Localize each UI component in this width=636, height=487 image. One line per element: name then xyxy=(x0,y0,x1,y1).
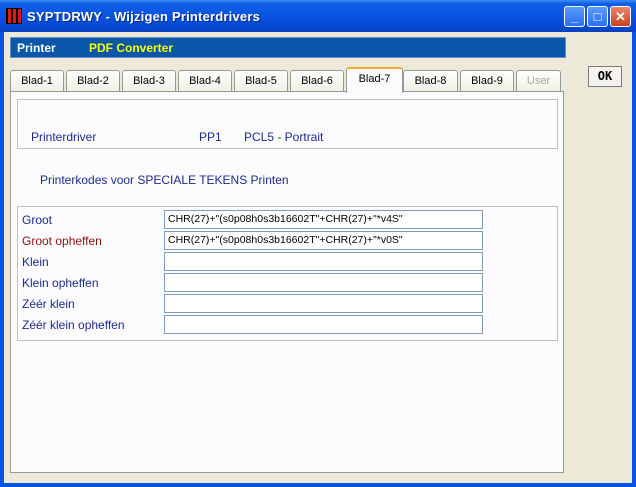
tab-blad-8[interactable]: Blad-8 xyxy=(403,70,458,92)
printerdriver-label: Printerdriver xyxy=(31,130,97,144)
tab-blad-4[interactable]: Blad-4 xyxy=(178,70,232,92)
window-bottom-border xyxy=(4,483,632,487)
code-input[interactable]: CHR(27)+"(s0p08h0s3b16602T"+CHR(27)+"*v0… xyxy=(164,231,483,250)
window-title: SYPTDRWY - Wijzigen Printerdrivers xyxy=(27,9,261,24)
close-button[interactable]: ✕ xyxy=(610,6,631,27)
driver-code: PP1 xyxy=(199,130,222,144)
code-label: Groot xyxy=(22,213,53,227)
maximize-button[interactable]: □ xyxy=(587,6,608,27)
printer-label: Printer xyxy=(17,41,56,55)
section-title: Printerkodes voor SPECIALE TEKENS Printe… xyxy=(40,173,289,187)
ok-button[interactable]: OK xyxy=(588,66,622,87)
code-label: Klein opheffen xyxy=(22,276,99,290)
minimize-icon: _ xyxy=(570,9,579,24)
code-label: Zéér klein opheffen xyxy=(22,318,125,332)
driver-info-box: Printerdriver PP1 PCL5 - Portrait xyxy=(17,99,558,149)
tab-blad-5[interactable]: Blad-5 xyxy=(234,70,288,92)
code-label: Klein xyxy=(22,255,49,269)
printer-bar: Printer PDF Converter xyxy=(10,37,566,58)
minimize-button[interactable]: _ xyxy=(564,6,585,27)
tab-blad-7[interactable]: Blad-7 xyxy=(346,67,403,93)
printer-name: PDF Converter xyxy=(89,41,174,55)
code-input[interactable] xyxy=(164,273,483,292)
code-input[interactable] xyxy=(164,294,483,313)
code-input[interactable]: CHR(27)+"(s0p08h0s3b16602T"+CHR(27)+"*v4… xyxy=(164,210,483,229)
driver-description: PCL5 - Portrait xyxy=(244,130,324,144)
printer-codes-box: Groot CHR(27)+"(s0p08h0s3b16602T"+CHR(27)… xyxy=(17,206,558,341)
code-input[interactable] xyxy=(164,315,483,334)
close-icon: ✕ xyxy=(615,9,626,24)
client-area: Printer PDF Converter OK Blad-1 Blad-2 Bla… xyxy=(4,32,632,483)
tab-blad-6[interactable]: Blad-6 xyxy=(290,70,344,92)
app-icon[interactable] xyxy=(6,8,22,24)
code-label: Zéér klein xyxy=(22,297,75,311)
title-bar[interactable]: SYPTDRWY - Wijzigen Printerdrivers _ □ ✕ xyxy=(0,0,636,32)
tab-blad-2[interactable]: Blad-2 xyxy=(66,70,120,92)
tab-blad-3[interactable]: Blad-3 xyxy=(122,70,176,92)
tab-blad-9[interactable]: Blad-9 xyxy=(460,70,514,92)
tab-user: User xyxy=(516,70,561,92)
app-window: SYPTDRWY - Wijzigen Printerdrivers _ □ ✕… xyxy=(0,0,636,487)
code-label: Groot opheffen xyxy=(22,234,102,248)
maximize-icon: □ xyxy=(593,9,602,24)
tab-blad-1[interactable]: Blad-1 xyxy=(10,70,64,92)
code-input[interactable] xyxy=(164,252,483,271)
